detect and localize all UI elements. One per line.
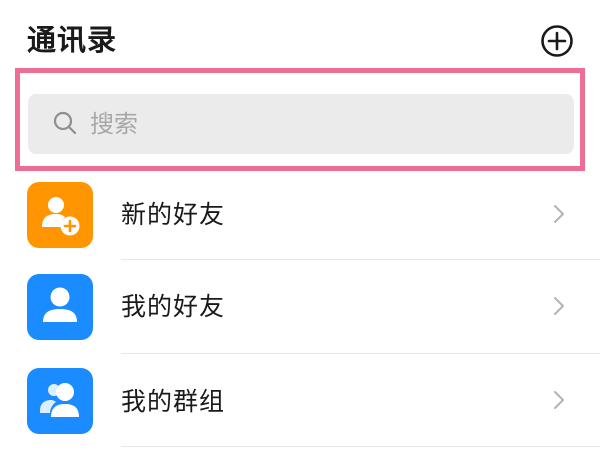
search-input[interactable] (90, 104, 560, 144)
add-button[interactable] (540, 24, 574, 58)
group-icon (27, 368, 93, 434)
chevron-right-icon (554, 205, 564, 223)
search-icon (53, 111, 77, 135)
list-item-my-friends[interactable]: 我的好友 (0, 264, 600, 358)
page-title: 通讯录 (27, 23, 118, 57)
list-item-label: 新的好友 (121, 200, 226, 229)
header: 通讯录 (0, 0, 600, 70)
list-item-my-groups[interactable]: 我的群组 (0, 358, 600, 450)
divider (121, 353, 600, 354)
list-item-label: 我的群组 (121, 387, 226, 416)
add-friend-icon (27, 182, 93, 248)
divider (121, 259, 600, 260)
list-item-new-friends[interactable]: 新的好友 (0, 170, 600, 264)
list-item-label: 我的好友 (121, 292, 226, 321)
plus-circle-icon (541, 25, 573, 57)
person-icon (27, 274, 93, 340)
divider (121, 446, 600, 447)
chevron-right-icon (554, 391, 564, 409)
chevron-right-icon (554, 297, 564, 315)
